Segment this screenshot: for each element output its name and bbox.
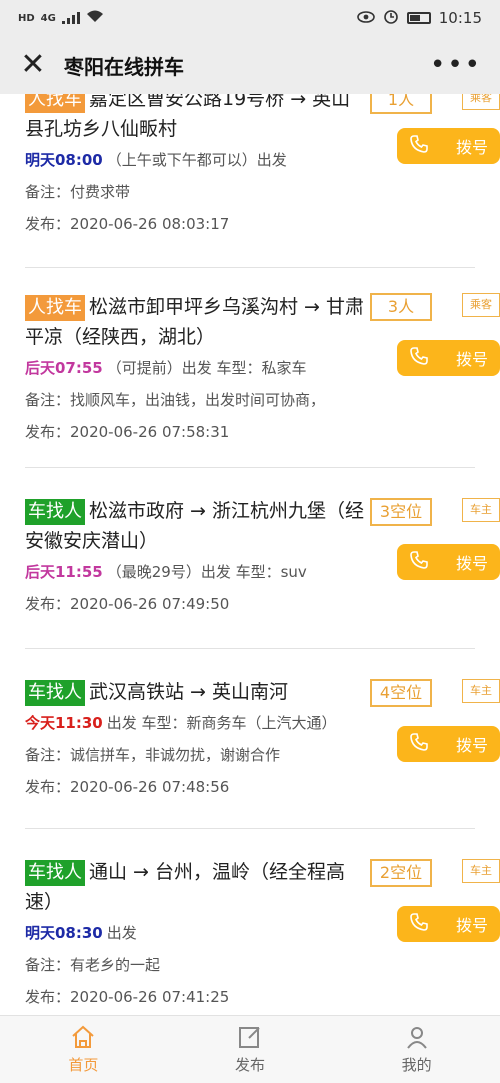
- departure-detail: （上午或下午都可以）出发: [106, 151, 287, 169]
- call-button-label: 拨号: [455, 138, 488, 157]
- call-button[interactable]: 拨号: [397, 906, 500, 942]
- note-line: 备注：付费求带: [25, 183, 131, 201]
- clock: 10:15: [438, 9, 482, 27]
- published-line: 发布：2020-06-26 07:41:25: [25, 988, 230, 1006]
- call-button-label: 拨号: [455, 736, 488, 755]
- home-icon: [72, 1025, 94, 1048]
- listing-card[interactable]: 人找车 松滋市卸甲坪乡乌溪沟村 → 甘肃平凉（经陕西，湖北） 3人 乘客拨号 后天07:…: [0, 278, 500, 468]
- nav-home-label: 首页: [68, 1056, 99, 1074]
- nav-mine[interactable]: 我的: [333, 1016, 500, 1083]
- phone-icon: [409, 912, 429, 936]
- listing-card[interactable]: 人找车 嘉定区曹安公路19号桥 → 英山县孔坊乡八仙畈村 1人 乘客拨号明天08:00…: [0, 94, 500, 268]
- alarm-icon: [383, 8, 399, 28]
- departure-detail: （最晚29号）出发 车型：suv: [106, 563, 307, 581]
- route-text: 人找车 嘉定区曹安公路19号桥 → 英山县孔坊乡八仙畈村: [25, 94, 365, 144]
- note-line: 备注：找顺风车，出油钱，出发时间可协商，: [25, 391, 326, 409]
- route-text: 车找人 通山 → 台州，温岭（经全程高速）: [25, 843, 365, 917]
- route-text: 人找车 松滋市卸甲坪乡乌溪沟村 → 甘肃平凉（经陕西，湖北）: [25, 278, 365, 352]
- departure-detail: （可提前）出发 车型：私家车: [106, 359, 307, 377]
- nav-publish[interactable]: 发布: [167, 1016, 334, 1083]
- published-line: 发布：2020-06-26 07:49:50: [25, 595, 230, 613]
- role-badge: 乘客: [462, 94, 500, 110]
- listing-type-tag: 人找车: [25, 295, 85, 321]
- call-button-label: 拨号: [455, 916, 488, 935]
- role-badge: 车主: [462, 859, 500, 883]
- call-button[interactable]: 拨号: [397, 726, 500, 762]
- status-bar: HD 4G 10:15: [0, 0, 500, 36]
- call-button-label: 拨号: [455, 554, 488, 573]
- role-badge: 车主: [462, 498, 500, 522]
- published-line: 发布：2020-06-26 07:48:56: [25, 778, 230, 796]
- hd-indicator: HD: [18, 12, 35, 24]
- departure-detail: 出发 车型：新商务车（上汽大通）: [106, 714, 337, 732]
- listing-list[interactable]: 人找车 嘉定区曹安公路19号桥 → 英山县孔坊乡八仙畈村 1人 乘客 拨号 明天08:00…: [0, 94, 500, 1015]
- departure-time: 后天11:55: [25, 563, 103, 581]
- published-line: 发布：2020-06-26 07:58:31: [25, 423, 230, 441]
- network-indicator: 4G: [40, 12, 56, 24]
- listing-card[interactable]: 车找人 通山 → 台州，温岭（经全程高速） 2空位 车主拨号 明天08:30 出发备注：有…: [0, 843, 500, 1015]
- role-badge: 车主: [462, 679, 500, 703]
- route-label: 武汉高铁站 → 英山南河: [89, 681, 288, 703]
- wifi-icon: [86, 9, 104, 27]
- phone-icon: [409, 732, 429, 756]
- listing-card[interactable]: 车找人 武汉高铁站 → 英山南河 4空位 车主 拨号 今天11:30 出发 车型：新商务车（…: [0, 663, 500, 829]
- phone-icon: [409, 550, 429, 574]
- phone-icon: [409, 346, 429, 370]
- published-line: 发布：2020-06-26 08:03:17: [25, 215, 230, 233]
- listing-type-tag: 车找人: [25, 860, 85, 886]
- seat-count-badge: 3空位: [370, 498, 432, 526]
- departure-time: 明天08:00: [25, 151, 103, 169]
- app-header: ✕ 枣阳在线拼车 •••: [0, 36, 500, 94]
- battery-icon: [406, 12, 431, 24]
- signal-icon: [61, 12, 80, 24]
- nav-publish-label: 发布: [235, 1056, 266, 1074]
- close-icon[interactable]: ✕: [18, 50, 48, 80]
- listing-type-tag: 人找车: [25, 94, 85, 113]
- listing-type-tag: 车找人: [25, 499, 85, 525]
- nav-mine-label: 我的: [401, 1056, 432, 1074]
- route-text: 车找人 松滋市政府 → 浙江杭州九堡（经安徽安庆潜山）: [25, 482, 365, 556]
- edit-icon: [239, 1027, 260, 1048]
- call-button[interactable]: 拨号: [397, 128, 500, 164]
- role-badge: 乘客: [462, 293, 500, 317]
- seat-count-badge: 3人: [370, 293, 432, 321]
- user-icon: [406, 1027, 427, 1049]
- call-button[interactable]: 拨号: [397, 340, 500, 376]
- departure-time: 后天07:55: [25, 359, 103, 377]
- nav-home[interactable]: 首页: [0, 1016, 167, 1083]
- note-line: 备注：有老乡的一起: [25, 956, 161, 974]
- seat-count-badge: 1人: [370, 94, 432, 114]
- call-button[interactable]: 拨号: [397, 544, 500, 580]
- call-button-label: 拨号: [455, 350, 488, 369]
- listing-card[interactable]: 车找人 松滋市政府 → 浙江杭州九堡（经安徽安庆潜山） 3空位 车主拨号 后天11:55…: [0, 482, 500, 649]
- page-title: 枣阳在线拼车: [64, 54, 184, 79]
- eye-icon: [356, 9, 375, 27]
- phone-icon: [409, 134, 429, 158]
- route-text: 车找人 武汉高铁站 → 英山南河: [25, 663, 365, 707]
- more-options-icon[interactable]: •••: [430, 50, 482, 80]
- seat-count-badge: 4空位: [370, 679, 432, 707]
- departure-time: 明天08:30: [25, 924, 103, 942]
- departure-detail: 出发: [106, 924, 137, 942]
- bottom-nav: 首页 发布 我的: [0, 1015, 500, 1083]
- listing-type-tag: 车找人: [25, 680, 85, 706]
- departure-time: 今天11:30: [25, 714, 103, 732]
- seat-count-badge: 2空位: [370, 859, 432, 887]
